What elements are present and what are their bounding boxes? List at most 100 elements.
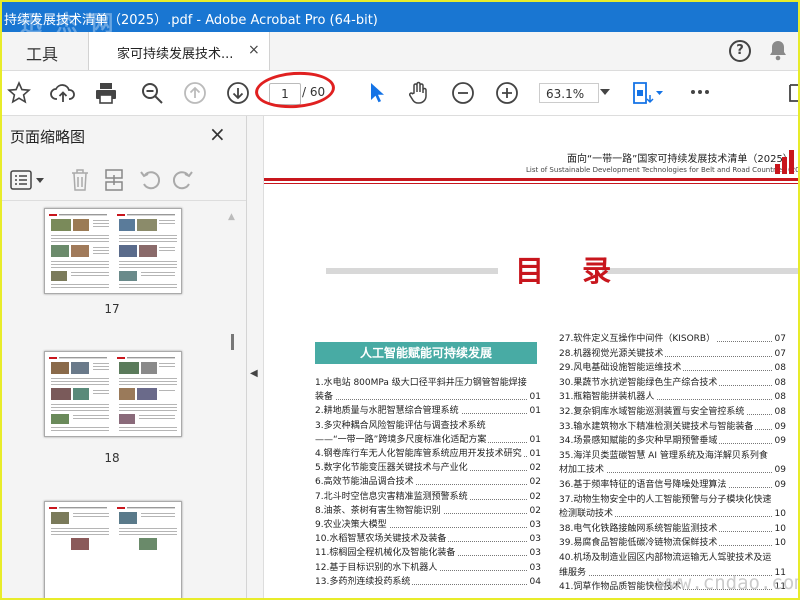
toc-entry-title: 3.多灾种耦合风险智能评估与调查技术系统 (315, 420, 488, 432)
hand-tool-icon[interactable] (406, 81, 430, 105)
pane-close-button[interactable]: × (209, 122, 226, 146)
highlight-circle (253, 69, 337, 111)
toc-entry[interactable]: 39.易腐食品智能低碳冷链物流保鲜技术 10 (559, 538, 786, 550)
toc-entry-title: 28.机器视觉光源关键技术 (559, 348, 666, 360)
page-thumbnail-17[interactable] (44, 208, 182, 294)
delete-page-icon[interactable] (69, 168, 91, 192)
toc-entry[interactable]: 38.电气化铁路接触网系统智能监测技术 10 (559, 523, 786, 535)
toc-entry[interactable]: 11.棕榈园全程机械化及智能化装备 03 (315, 548, 541, 560)
tab-tools[interactable]: 工具 (2, 32, 89, 70)
thumbnail-scrollbar[interactable] (231, 334, 234, 350)
toc-entry[interactable]: 6.高效节能油品调合技术 02 (315, 477, 541, 489)
scroll-up-arrow-icon[interactable]: ▲ (228, 212, 235, 222)
toc-entry-page: 09 (772, 480, 786, 491)
toc-entry[interactable]: 材加工技术 09 (559, 465, 786, 477)
toc-entry[interactable]: 13.多药剂连续投药系统 04 (315, 576, 541, 588)
tab-document-label: 家可持续发展技术... (117, 47, 234, 62)
toc-entry-page: 10 (772, 509, 786, 521)
toc-entry-title: 9.农业决策大模型 (315, 520, 389, 531)
toc-entry[interactable]: 33.输水建筑物水下精准检测关键技术与智能装备 09 (559, 421, 786, 433)
help-icon[interactable]: ? (729, 40, 751, 62)
toc-entry[interactable]: 32.复杂铜库水域智能巡测装置与安全管控系统 08 (559, 407, 786, 418)
toc-entry-page: 10 (772, 523, 786, 535)
page-thumbnail-19[interactable] (44, 501, 182, 598)
toc-entry-title: 5.数字化节能变压器关键技术与产业化 (315, 463, 470, 475)
toc-entry[interactable]: 12.基于目标识别的水下机器人 03 (315, 562, 541, 574)
toc-entry-title: 32.复杂铜库水域智能巡测装置与安全管控系统 (559, 407, 747, 418)
page-header-english: List of Sustainable Development Technolo… (526, 166, 798, 174)
site-watermark: www.cndao.com (657, 572, 798, 594)
zoom-chevron-down-icon[interactable] (600, 89, 610, 95)
toc-entry-page: 10 (772, 538, 786, 550)
rotate-right-icon[interactable] (171, 168, 195, 192)
fit-page-icon[interactable] (630, 81, 664, 105)
toc-entry[interactable]: 7.北斗时空信息灾害精准监测预警系统 02 (315, 491, 541, 503)
thumbnail-page-label: 18 (104, 451, 120, 465)
toc-entry[interactable]: 9.农业决策大模型 03 (315, 520, 541, 531)
tab-close-button[interactable]: × (248, 42, 260, 58)
zoom-out-icon[interactable] (451, 81, 475, 105)
rotate-left-icon[interactable] (138, 168, 162, 192)
toc-entry-title: 11.棕榈园全程机械化及智能化装备 (315, 548, 458, 560)
bell-icon[interactable] (768, 39, 788, 61)
toc-entry[interactable]: 5.数字化节能变压器关键技术与产业化 02 (315, 463, 541, 475)
toc-entry[interactable]: 1.水电站 800MPa 级大口径平斜井压力钢管智能焊接 (315, 378, 541, 389)
toc-entry[interactable]: 3.多灾种耦合风险智能评估与调查技术系统 (315, 420, 541, 432)
zoom-in-icon[interactable] (495, 81, 519, 105)
section-heading: 人工智能赋能可持续发展 (315, 342, 537, 364)
toc-entry[interactable]: 4.钢卷库行车无人化智能库管系统应用开发技术研究 01 (315, 449, 541, 460)
toc-entry[interactable]: 8.油茶、茶树有害生物智能识别 02 (315, 505, 541, 517)
toc-entry-title: 8.油茶、茶树有害生物智能识别 (315, 505, 443, 517)
toc-entry[interactable]: 28.机器视觉光源关键技术 07 (559, 348, 786, 360)
print-icon[interactable] (94, 81, 118, 105)
acrobat-window: 持续发展技术清单（2025）.pdf - Adobe Acrobat Pro (… (0, 0, 800, 600)
toc-entry[interactable]: 31.瓶箱智能拼装机器人 08 (559, 392, 786, 404)
page-thumbnail-18[interactable] (44, 351, 182, 437)
toc-entry-title: 7.北斗时空信息灾害精准监测预警系统 (315, 491, 470, 503)
toc-entry-page: 04 (527, 576, 541, 588)
more-tools-icon[interactable] (690, 89, 710, 95)
toc-entry-page: 03 (527, 548, 541, 560)
toc-entry[interactable]: ——“一带一路”跨境多尺度标准化适配方案 01 (315, 434, 541, 446)
toc-entry-title: 维服务 (559, 567, 589, 579)
toc-entry-title: 35.海洋贝类蓝碳智慧 AI 管理系统及海洋解贝系列食 (559, 450, 770, 462)
toc-entry[interactable]: 27.软件定义互操作中间件（KISORB） 07 (559, 334, 786, 345)
zoom-out-magnifier-icon[interactable] (140, 81, 164, 105)
collapse-arrow-icon[interactable]: ◀ (250, 368, 258, 379)
tab-document[interactable]: 家可持续发展技术... × (89, 32, 270, 70)
select-cursor-icon[interactable] (368, 81, 386, 105)
toc-entry[interactable]: 34.场景感知赋能的多灾种早期预警垂域 09 (559, 436, 786, 448)
page-header-chinese: 面向“一带一路”国家可持续发展技术清单（2025） (567, 154, 793, 165)
thumbnail-options-icon[interactable] (10, 170, 46, 190)
toc-entry-page: 02 (527, 463, 541, 475)
toc-entry[interactable]: 37.动物生物安全中的人工智能预警与分子模块化快速 (559, 494, 786, 506)
contents-title: 目 录 (515, 254, 626, 288)
toc-entry[interactable]: 29.风电基础设施智能运维技术 08 (559, 363, 786, 375)
toc-entry[interactable]: 40.机场及制造业园区内部物流运输无人驾驶技术及运 (559, 553, 786, 564)
toc-entry[interactable]: 检测联动技术 10 (559, 509, 786, 521)
pane-collapse-strip[interactable]: ◀ (247, 116, 264, 598)
header-logo-bars (773, 148, 795, 174)
toc-entry-page: 09 (772, 421, 786, 433)
toc-entry-page: 02 (527, 477, 541, 489)
header-rule-thin (264, 183, 798, 184)
star-icon[interactable] (7, 81, 31, 105)
toc-entry-page: 07 (772, 348, 786, 360)
document-view: 面向“一带一路”国家可持续发展技术清单（2025） List of Sustai… (264, 116, 798, 598)
toc-entry[interactable]: 装备 01 (315, 392, 541, 404)
toc-entry[interactable]: 35.海洋贝类蓝碳智慧 AI 管理系统及海洋解贝系列食 (559, 450, 786, 462)
toc-entry-title: 36.基于频率特征的语音信号降噪处理算法 (559, 480, 729, 491)
thumbnail-page-label: 17 (104, 302, 120, 316)
toc-entry-page: 08 (772, 363, 786, 375)
previous-page-icon[interactable] (183, 81, 207, 105)
toc-entry[interactable]: 2.耕地质量与水肥智慧综合管理系统 01 (315, 406, 541, 418)
extract-page-icon[interactable] (103, 168, 125, 192)
toc-entry[interactable]: 10.水稻智慧农场关键技术及装备 03 (315, 534, 541, 546)
zoom-level-dropdown[interactable]: 63.1% (539, 83, 599, 103)
title-bar: 持续发展技术清单（2025）.pdf - Adobe Acrobat Pro (… (2, 2, 798, 37)
next-page-icon[interactable] (226, 81, 250, 105)
cloud-upload-icon[interactable] (50, 81, 76, 105)
toc-entry-title: 2.耕地质量与水肥智慧综合管理系统 (315, 406, 461, 418)
toc-entry[interactable]: 30.果蔬节水抗逆智能绿色生产综合技术 08 (559, 377, 786, 389)
toc-entry[interactable]: 36.基于频率特征的语音信号降噪处理算法 09 (559, 480, 786, 491)
